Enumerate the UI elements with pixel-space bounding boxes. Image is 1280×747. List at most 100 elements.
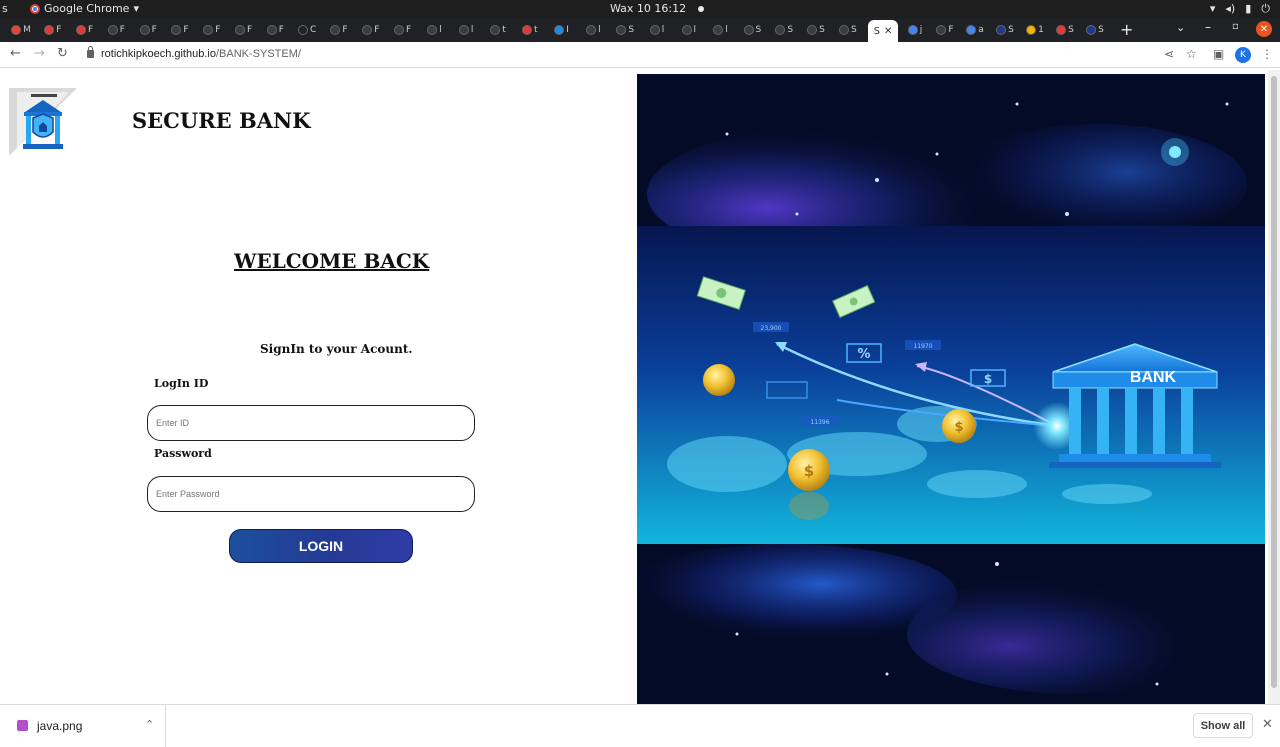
background-tab[interactable]: l <box>644 22 670 38</box>
background-tab[interactable]: S <box>739 22 765 38</box>
side-panel-icon[interactable]: ▣ <box>1213 47 1224 61</box>
background-tab[interactable]: l <box>676 22 702 38</box>
tab-favicon-icon <box>713 25 724 35</box>
tab-label: F <box>215 25 221 35</box>
back-button[interactable]: ← <box>10 46 21 61</box>
background-tab[interactable]: M <box>8 22 34 38</box>
maximize-button[interactable]: ▫ <box>1232 21 1239 32</box>
tab-label: F <box>56 25 62 35</box>
tab-label: l <box>470 25 474 35</box>
bookmark-star-icon[interactable]: ☆ <box>1186 47 1197 61</box>
tab-label: t <box>502 25 506 35</box>
page-scrollbar[interactable] <box>1268 70 1280 704</box>
background-tab[interactable]: S <box>992 22 1018 38</box>
tab-favicon-icon <box>807 25 818 35</box>
tab-label: F <box>119 25 125 35</box>
background-tab[interactable]: S <box>612 22 638 38</box>
background-tab[interactable]: S <box>1082 22 1108 38</box>
percent-badge-label: % <box>857 347 870 362</box>
tab-close-icon[interactable]: ✕ <box>884 26 892 37</box>
show-all-button[interactable]: Show all <box>1193 713 1253 738</box>
tab-favicon-icon <box>266 25 277 35</box>
tab-favicon-icon <box>743 25 754 35</box>
forward-button[interactable]: → <box>34 46 45 61</box>
tab-favicon-icon <box>996 25 1007 35</box>
tab-label: l <box>439 25 442 35</box>
tab-favicon-icon <box>775 25 786 35</box>
background-tab[interactable]: F <box>262 22 288 38</box>
download-item[interactable]: java.png ⌃ <box>0 705 166 747</box>
background-tab[interactable]: 1 <box>1022 22 1048 38</box>
tab-label: F <box>151 25 157 35</box>
background-tab[interactable]: t <box>517 22 543 38</box>
background-tab[interactable]: F <box>199 22 225 38</box>
background-tab[interactable]: t <box>485 22 511 38</box>
url-host: rotichkipkoech.github.io <box>101 48 216 60</box>
background-tab[interactable]: l <box>421 22 447 38</box>
app-name: Google Chrome <box>44 2 130 15</box>
background-tab[interactable]: F <box>167 22 193 38</box>
background-tab[interactable]: j <box>902 22 928 38</box>
profile-avatar[interactable]: K <box>1235 47 1251 63</box>
tab-favicon-icon <box>1056 25 1067 35</box>
tab-label: F <box>278 25 284 35</box>
background-tab[interactable]: S <box>803 22 829 38</box>
minimize-button[interactable]: – <box>1205 20 1211 34</box>
background-tab[interactable]: F <box>326 22 352 38</box>
background-tab[interactable]: F <box>358 22 384 38</box>
background-tab[interactable]: F <box>231 22 257 38</box>
menu-kebab-icon[interactable]: ⋮ <box>1261 47 1273 61</box>
tab-favicon-icon <box>554 25 565 35</box>
activities-label[interactable]: s <box>2 2 8 15</box>
password-input[interactable] <box>147 476 475 512</box>
tab-active[interactable]: S ✕ <box>868 20 898 42</box>
tab-label: S <box>628 25 635 35</box>
background-tab[interactable]: F <box>390 22 416 38</box>
address-bar[interactable]: rotichkipkoech.github.io/BANK-SYSTEM/ <box>101 48 301 60</box>
tab-label: C <box>310 25 317 35</box>
share-icon[interactable]: ⋖ <box>1164 47 1174 61</box>
tab-label: l <box>693 25 697 35</box>
new-tab-button[interactable]: + <box>1120 20 1133 39</box>
close-icon[interactable]: ✕ <box>1262 717 1273 732</box>
background-tab[interactable]: S <box>835 22 861 38</box>
background-tab[interactable]: C <box>294 22 320 38</box>
background-tab[interactable]: F <box>135 22 161 38</box>
clock[interactable]: Wax 10 16:12 <box>610 2 705 15</box>
chevron-up-icon[interactable]: ⌃ <box>145 718 154 731</box>
tab-favicon-icon <box>458 25 469 35</box>
background-tab[interactable]: F <box>40 22 66 38</box>
battery-icon: ▮ <box>1245 2 1252 15</box>
tab-label: l <box>661 25 665 35</box>
window-close-button[interactable]: ✕ <box>1256 21 1272 37</box>
app-menu[interactable]: Google Chrome ▾ <box>30 2 139 15</box>
system-tray[interactable]: ▾ ◂) ▮ ⏻ <box>1210 2 1270 16</box>
background-tab[interactable]: F <box>72 22 98 38</box>
tab-label: S <box>1008 25 1014 35</box>
signin-subtitle: SignIn to your Acount. <box>260 342 413 356</box>
coin-symbol: $ <box>804 462 814 480</box>
background-tab[interactable]: F <box>103 22 129 38</box>
lock-icon[interactable] <box>87 46 94 58</box>
tab-favicon-icon <box>649 25 660 35</box>
background-tab[interactable]: a <box>962 22 988 38</box>
login-id-input[interactable] <box>147 405 475 441</box>
tab-favicon-icon <box>522 25 533 35</box>
tab-label: l <box>725 25 728 35</box>
background-tab[interactable]: l <box>708 22 734 38</box>
tab-label: S <box>819 25 825 35</box>
wifi-icon: ▾ <box>1209 2 1216 15</box>
scrollbar-thumb[interactable] <box>1271 76 1277 688</box>
tab-favicon-icon <box>616 25 627 35</box>
background-tab[interactable]: l <box>453 22 479 38</box>
tab-label: I <box>566 25 569 35</box>
background-tab[interactable]: S <box>771 22 797 38</box>
background-tab[interactable]: F <box>932 22 958 38</box>
reload-button[interactable]: ↻ <box>57 46 68 61</box>
login-button[interactable]: LOGIN <box>229 529 413 563</box>
tab-favicon-icon <box>235 25 245 35</box>
background-tab[interactable]: l <box>580 22 606 38</box>
tab-search-button[interactable]: ⌄ <box>1176 21 1185 34</box>
background-tab[interactable]: S <box>1052 22 1078 38</box>
background-tab[interactable]: I <box>549 22 575 38</box>
